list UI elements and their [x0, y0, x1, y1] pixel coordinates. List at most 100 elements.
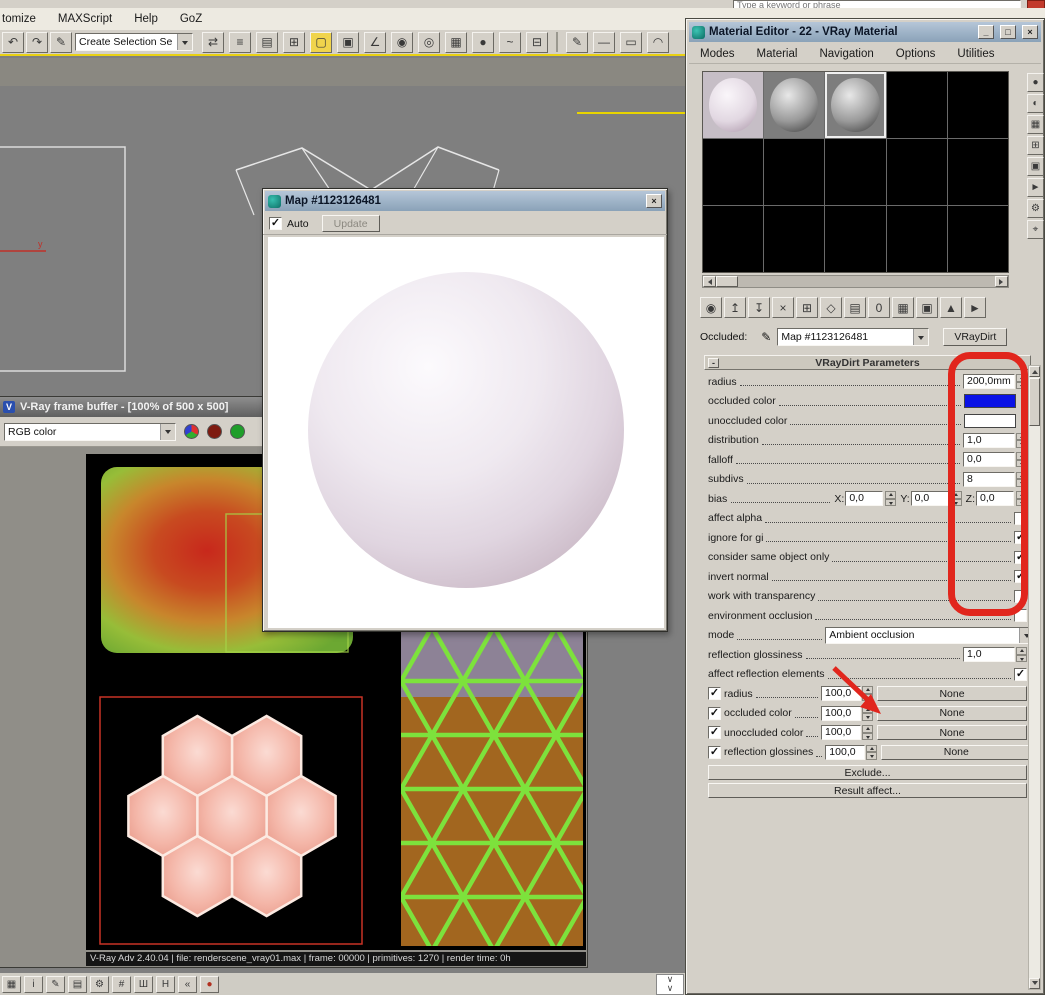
material-editor-icon[interactable]: ◉	[391, 31, 413, 53]
put-library-icon[interactable]: ▤	[844, 297, 866, 318]
minimize-icon[interactable]: _	[978, 25, 994, 39]
bias-y-field[interactable]: 0,0	[910, 491, 949, 507]
record-icon[interactable]: ●	[200, 975, 219, 993]
align-icon[interactable]: ≡	[229, 31, 251, 53]
map-occluded-color-amount[interactable]: 100,0	[821, 705, 861, 721]
scroll-thumb[interactable]	[716, 276, 738, 287]
chevron-down-icon[interactable]	[177, 34, 192, 50]
close-icon[interactable]: ×	[1022, 25, 1038, 39]
subdivs-spinner[interactable]	[1016, 471, 1027, 487]
occluded-color-none-button[interactable]: None	[877, 705, 1027, 721]
layers-icon[interactable]: ▤	[68, 975, 87, 993]
go-parent-icon[interactable]: ▲	[940, 297, 962, 318]
gear-icon[interactable]: ⚙	[90, 975, 109, 993]
sample-slot[interactable]	[703, 206, 764, 272]
sample-slot[interactable]	[886, 72, 947, 138]
material-id-icon[interactable]: 0	[868, 297, 890, 318]
chevron-down-icon[interactable]	[913, 329, 929, 345]
sample-scrollbar[interactable]	[702, 275, 1009, 288]
curve-editor-icon[interactable]: ~	[499, 31, 521, 53]
close-icon[interactable]: ×	[646, 194, 662, 208]
sample-slot[interactable]	[947, 139, 1008, 205]
grid-icon[interactable]: ▦	[2, 975, 21, 993]
scroll-down-icon[interactable]	[1029, 978, 1040, 989]
unoccluded-color-swatch[interactable]	[964, 413, 1016, 428]
reset-map-icon[interactable]: ×	[772, 297, 794, 318]
schematic-view-icon[interactable]: ⊟	[526, 31, 548, 53]
vertical-scrollbar[interactable]	[1028, 365, 1041, 990]
rollout-header[interactable]: - VRayDirt Parameters	[704, 355, 1031, 370]
map-unoccluded-color-amount[interactable]: 100,0	[821, 725, 861, 741]
preview-icon[interactable]: ►	[1027, 178, 1044, 197]
collapse-icon[interactable]: -	[708, 358, 719, 368]
make-unique-icon[interactable]: ◇	[820, 297, 842, 318]
map-window-titlebar[interactable]: Map #1123126481 ×	[265, 191, 665, 211]
sample-slot[interactable]	[825, 206, 886, 272]
sample-slot[interactable]	[886, 206, 947, 272]
scene-explorer-icon[interactable]: ⊞	[283, 31, 305, 53]
options-icon[interactable]: ⚙	[1027, 199, 1044, 218]
sample-slot[interactable]	[886, 139, 947, 205]
scroll-right-icon[interactable]	[995, 276, 1008, 287]
distribution-spinner[interactable]	[1016, 432, 1027, 448]
pencil-icon[interactable]: ✎	[46, 975, 65, 993]
render-setup-icon[interactable]: ◎	[418, 31, 440, 53]
named-selection-icon[interactable]: ✎	[50, 31, 72, 53]
maximize-icon[interactable]: □	[1000, 25, 1016, 39]
put-material-icon[interactable]: ↥	[724, 297, 746, 318]
exclude-button[interactable]: Exclude...	[708, 765, 1027, 780]
map-unoccluded-color-spinner[interactable]	[862, 725, 873, 741]
selection-set-combo[interactable]: Create Selection Se	[75, 33, 193, 51]
rewind-icon[interactable]: «	[178, 975, 197, 993]
menu-maxscript[interactable]: MAXScript	[47, 13, 123, 25]
scroll-up-icon[interactable]	[1029, 366, 1040, 377]
hash-icon[interactable]: #	[112, 975, 131, 993]
menu-navigation[interactable]: Navigation	[808, 48, 884, 60]
subdivs-field[interactable]: 8	[963, 471, 1015, 487]
background-icon[interactable]: ▦	[1027, 115, 1044, 134]
dash-icon[interactable]: —	[593, 31, 615, 53]
map-radius-checkbox[interactable]	[708, 686, 721, 701]
region-select-icon[interactable]: ▢	[310, 31, 332, 53]
snap-toggle-icon[interactable]: ∠	[364, 31, 386, 53]
crossing-select-icon[interactable]: ▣	[337, 31, 359, 53]
uv-tiling-icon[interactable]: ⊞	[1027, 136, 1044, 155]
menu-modes[interactable]: Modes	[689, 48, 746, 60]
chevron-down-icon[interactable]	[160, 423, 175, 440]
falloff-field[interactable]: 0,0	[963, 452, 1015, 468]
sample-slot[interactable]	[947, 206, 1008, 272]
sample-slot[interactable]	[825, 139, 886, 205]
get-material-icon[interactable]: ◉	[700, 297, 722, 318]
mirror-icon[interactable]: ⇄	[202, 31, 224, 53]
ignore-for-gi-checkbox[interactable]	[1014, 530, 1027, 545]
bias-x-field[interactable]: 0,0	[845, 491, 884, 507]
show-end-result-icon[interactable]: ▣	[916, 297, 938, 318]
consider-same-object-checkbox[interactable]	[1014, 550, 1027, 564]
radius-field[interactable]: 200,0mm	[963, 374, 1015, 390]
radius-none-button[interactable]: None	[877, 686, 1027, 702]
sample-slot[interactable]	[764, 139, 825, 205]
scroll-thumb[interactable]	[1029, 378, 1040, 426]
reflection-glossiness-field[interactable]: 1,0	[963, 647, 1015, 663]
select-by-material-icon[interactable]: ⌖	[1027, 220, 1044, 239]
work-with-transparency-checkbox[interactable]	[1014, 589, 1027, 603]
assign-material-icon[interactable]: ↧	[748, 297, 770, 318]
render-icon[interactable]: ●	[472, 31, 494, 53]
eyedropper-icon[interactable]: ✎	[761, 330, 771, 344]
pencil-icon[interactable]: ✎	[566, 31, 588, 53]
sha-icon[interactable]: Ш	[134, 975, 153, 993]
menu-material[interactable]: Material	[746, 48, 809, 60]
map-name-combo[interactable]: Map #1123126481	[777, 328, 930, 346]
auto-checkbox[interactable]	[269, 216, 282, 230]
map-reflection-amount[interactable]: 100,0	[825, 744, 866, 760]
menu-utilities[interactable]: Utilities	[946, 48, 1005, 60]
arc-tool-icon[interactable]: ◠	[647, 31, 669, 53]
menu-help[interactable]: Help	[123, 13, 169, 25]
backlight-icon[interactable]: ◐	[1027, 94, 1044, 113]
map-reflection-checkbox[interactable]	[708, 745, 721, 759]
falloff-spinner[interactable]	[1016, 452, 1027, 468]
map-occluded-color-checkbox[interactable]	[708, 706, 721, 720]
show-map-icon[interactable]: ▦	[892, 297, 914, 318]
red-channel-icon[interactable]	[207, 424, 222, 439]
menu-customize[interactable]: tomize	[0, 13, 47, 25]
